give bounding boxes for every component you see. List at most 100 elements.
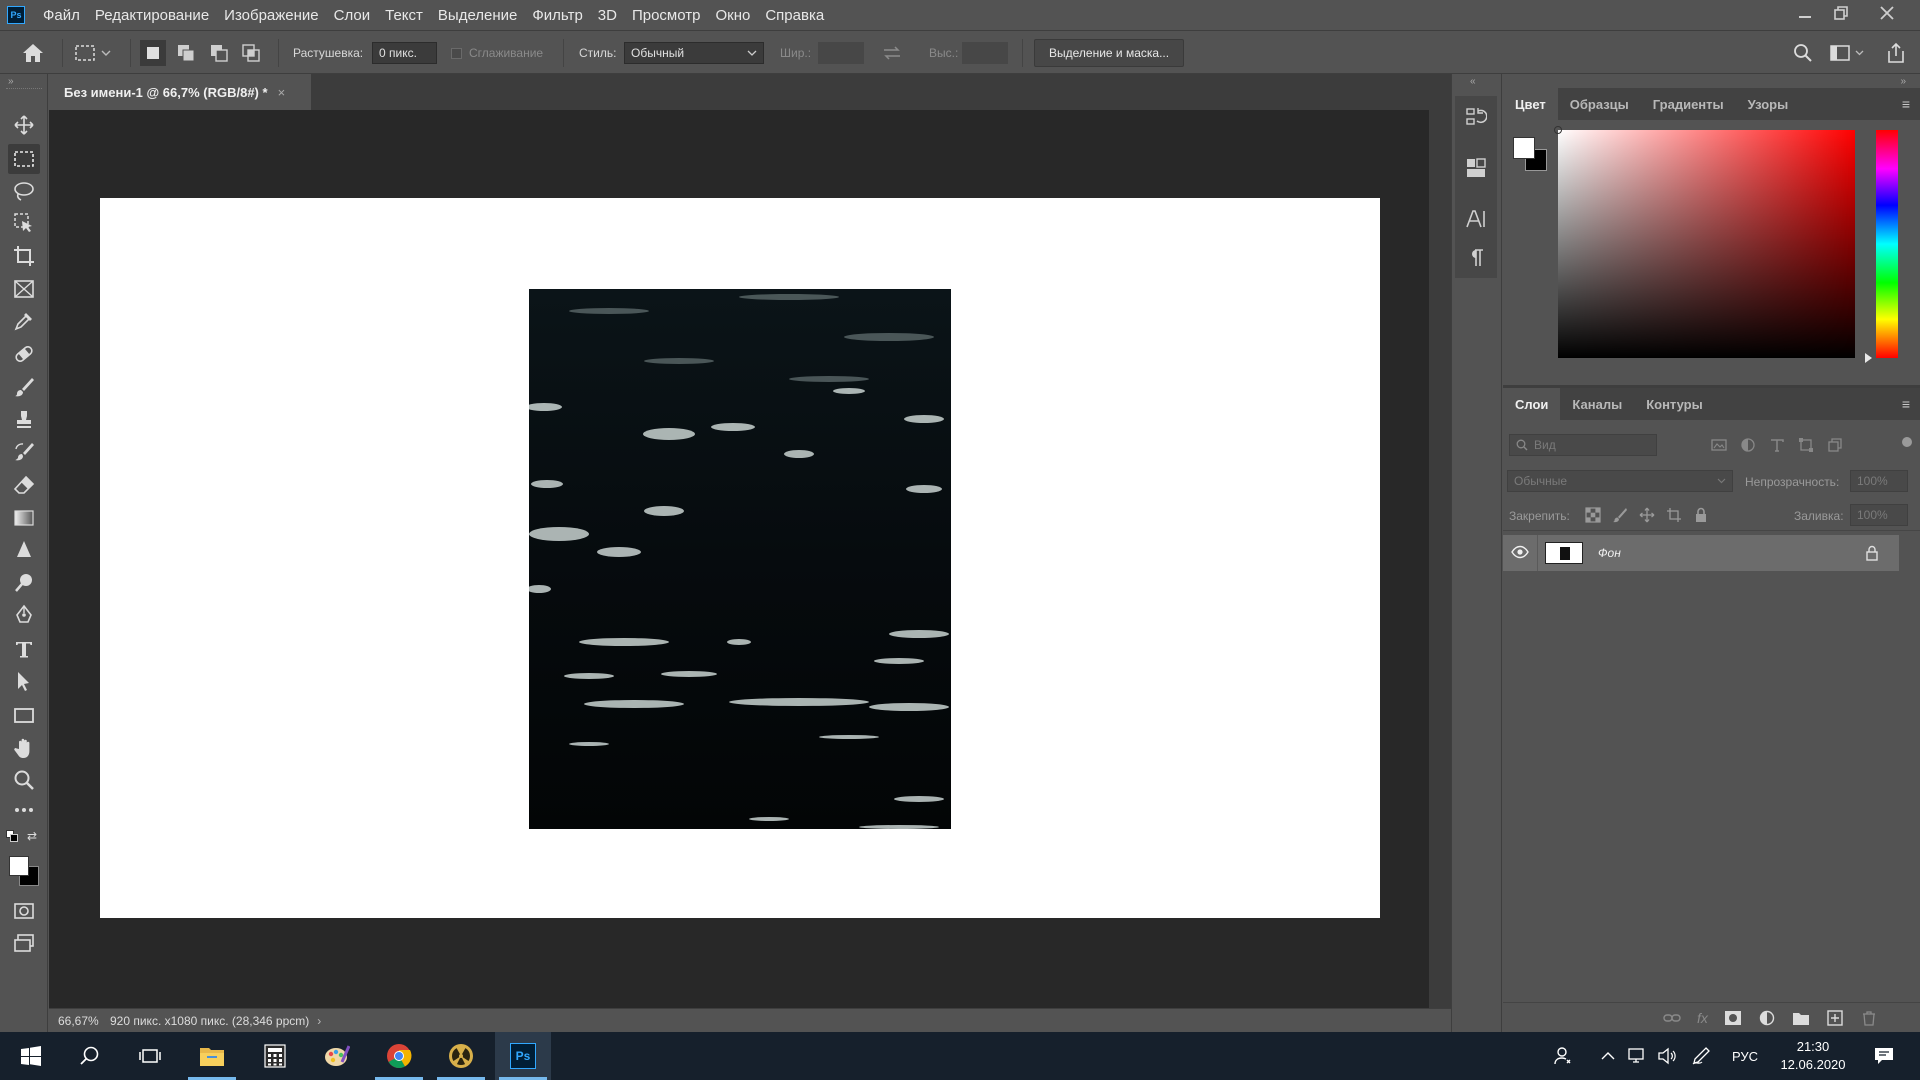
layer-visibility-eye-icon[interactable]: [1511, 545, 1529, 562]
path-selection-tool-icon[interactable]: [8, 666, 40, 696]
lock-position-icon[interactable]: [1639, 507, 1655, 523]
add-mask-icon[interactable]: [1724, 1010, 1742, 1026]
input-language[interactable]: РУС: [1728, 1032, 1762, 1080]
menu-select[interactable]: Выделение: [438, 7, 517, 24]
menu-view[interactable]: Просмотр: [632, 7, 701, 24]
share-icon[interactable]: [1885, 31, 1907, 75]
height-input[interactable]: [962, 42, 1008, 64]
photoshop-taskbar-icon[interactable]: Ps: [495, 1032, 551, 1080]
new-adjustment-layer-icon[interactable]: [1758, 1010, 1776, 1026]
menu-window[interactable]: Окно: [715, 7, 750, 24]
document-tab[interactable]: Без имени-1 @ 66,7% (RGB/8#) * ×: [49, 74, 311, 110]
filter-toggle-icon[interactable]: [1902, 437, 1912, 447]
move-tool-icon[interactable]: [8, 110, 40, 140]
delete-layer-icon[interactable]: [1860, 1010, 1878, 1026]
close-tab-icon[interactable]: ×: [278, 85, 286, 100]
default-colors-icon[interactable]: [6, 830, 18, 842]
quick-mask-icon[interactable]: [8, 896, 40, 926]
start-button-windows-icon[interactable]: [3, 1032, 59, 1080]
color-panel-swatches[interactable]: [1513, 137, 1549, 173]
collapse-toolbar-icon[interactable]: »: [8, 76, 14, 87]
people-icon[interactable]: [1550, 1032, 1576, 1080]
crop-tool-icon[interactable]: [8, 241, 40, 271]
menu-file[interactable]: Файл: [43, 7, 80, 24]
hand-tool-icon[interactable]: [8, 733, 40, 763]
tray-chevron-up-icon[interactable]: [1596, 1032, 1620, 1080]
taskbar-search-icon[interactable]: [62, 1032, 118, 1080]
filter-adjustment-layers-icon[interactable]: [1740, 437, 1756, 453]
filter-smart-objects-icon[interactable]: [1827, 437, 1843, 453]
lock-all-icon[interactable]: [1693, 507, 1709, 523]
feather-input[interactable]: 0 пикс.: [372, 42, 437, 64]
frame-tool-icon[interactable]: [8, 274, 40, 304]
hue-slider[interactable]: [1876, 130, 1898, 358]
task-view-icon[interactable]: [122, 1032, 178, 1080]
history-brush-tool-icon[interactable]: [8, 437, 40, 467]
home-icon[interactable]: [22, 31, 44, 75]
system-clock[interactable]: 21:30 12.06.2020: [1770, 1032, 1856, 1080]
tab-channels[interactable]: Каналы: [1560, 388, 1634, 420]
collapse-panels-icon[interactable]: »: [1900, 76, 1906, 87]
color-panel-menu-icon[interactable]: ≡: [1902, 96, 1910, 112]
antialias-checkbox[interactable]: [451, 47, 462, 59]
blur-tool-icon[interactable]: [8, 535, 40, 565]
status-menu-arrow-icon[interactable]: ›: [317, 1014, 321, 1028]
history-panel-icon[interactable]: [1461, 102, 1491, 132]
width-input[interactable]: [818, 42, 864, 64]
lock-image-pixels-icon[interactable]: [1612, 507, 1628, 523]
layer-filter-select[interactable]: Вид: [1509, 434, 1657, 456]
expand-panels-icon[interactable]: «: [1470, 76, 1476, 87]
search-icon[interactable]: [1793, 31, 1813, 75]
paint-3d-icon[interactable]: [309, 1032, 365, 1080]
swap-colors-icon[interactable]: ⇄: [27, 829, 37, 843]
rectangle-tool-icon[interactable]: [8, 700, 40, 730]
libraries-panel-icon[interactable]: [1461, 153, 1491, 183]
lasso-tool-icon[interactable]: [8, 176, 40, 206]
type-tool-icon[interactable]: [8, 634, 40, 664]
file-explorer-icon[interactable]: [184, 1032, 240, 1080]
fill-input[interactable]: 100%: [1850, 504, 1908, 526]
zoom-level[interactable]: 66,67%: [58, 1014, 102, 1028]
menu-image[interactable]: Изображение: [224, 7, 319, 24]
tab-swatches[interactable]: Образцы: [1558, 88, 1641, 120]
stalker-game-icon[interactable]: [433, 1032, 489, 1080]
intersect-selection-icon[interactable]: [240, 31, 262, 75]
notifications-icon[interactable]: [1864, 1032, 1904, 1080]
restore-icon[interactable]: [1824, 0, 1858, 26]
blend-mode-select[interactable]: Обычные: [1507, 470, 1733, 492]
eraser-tool-icon[interactable]: [8, 470, 40, 500]
clone-stamp-tool-icon[interactable]: [8, 404, 40, 434]
menu-type[interactable]: Текст: [385, 7, 423, 24]
zoom-tool-icon[interactable]: [8, 765, 40, 795]
vertical-scrollbar[interactable]: [1429, 110, 1451, 1008]
placed-photo-water[interactable]: [529, 289, 951, 829]
new-group-icon[interactable]: [1792, 1010, 1810, 1026]
pen-input-icon[interactable]: [1689, 1032, 1713, 1080]
gradient-tool-icon[interactable]: [8, 503, 40, 533]
menu-help[interactable]: Справка: [765, 7, 824, 24]
close-window-icon[interactable]: [1870, 0, 1904, 26]
pen-tool-icon[interactable]: [8, 600, 40, 630]
eyedropper-tool-icon[interactable]: [8, 306, 40, 336]
color-saturation-field[interactable]: [1554, 126, 1855, 358]
brush-tool-icon[interactable]: [8, 372, 40, 402]
menu-3d[interactable]: 3D: [598, 7, 617, 24]
link-layers-icon[interactable]: [1663, 1010, 1681, 1026]
paragraph-panel-icon[interactable]: [1461, 243, 1491, 273]
tab-color[interactable]: Цвет: [1503, 88, 1558, 120]
filter-shape-layers-icon[interactable]: [1798, 437, 1814, 453]
layers-panel-menu-icon[interactable]: ≡: [1902, 396, 1910, 412]
network-icon[interactable]: [1625, 1032, 1649, 1080]
add-to-selection-icon[interactable]: [175, 31, 197, 75]
more-tools-icon[interactable]: [8, 795, 40, 825]
screen-mode-icon[interactable]: [8, 928, 40, 958]
layer-effects-icon[interactable]: fx: [1697, 1010, 1708, 1026]
new-selection-icon[interactable]: [140, 31, 166, 75]
lock-artboards-icon[interactable]: [1666, 507, 1682, 523]
tab-layers[interactable]: Слои: [1503, 388, 1561, 420]
color-picker-handle[interactable]: [1554, 126, 1562, 134]
hue-slider-handle[interactable]: [1865, 353, 1872, 363]
new-layer-icon[interactable]: [1826, 1010, 1844, 1026]
object-selection-tool-icon[interactable]: [8, 208, 40, 238]
tab-gradients[interactable]: Градиенты: [1641, 88, 1736, 120]
